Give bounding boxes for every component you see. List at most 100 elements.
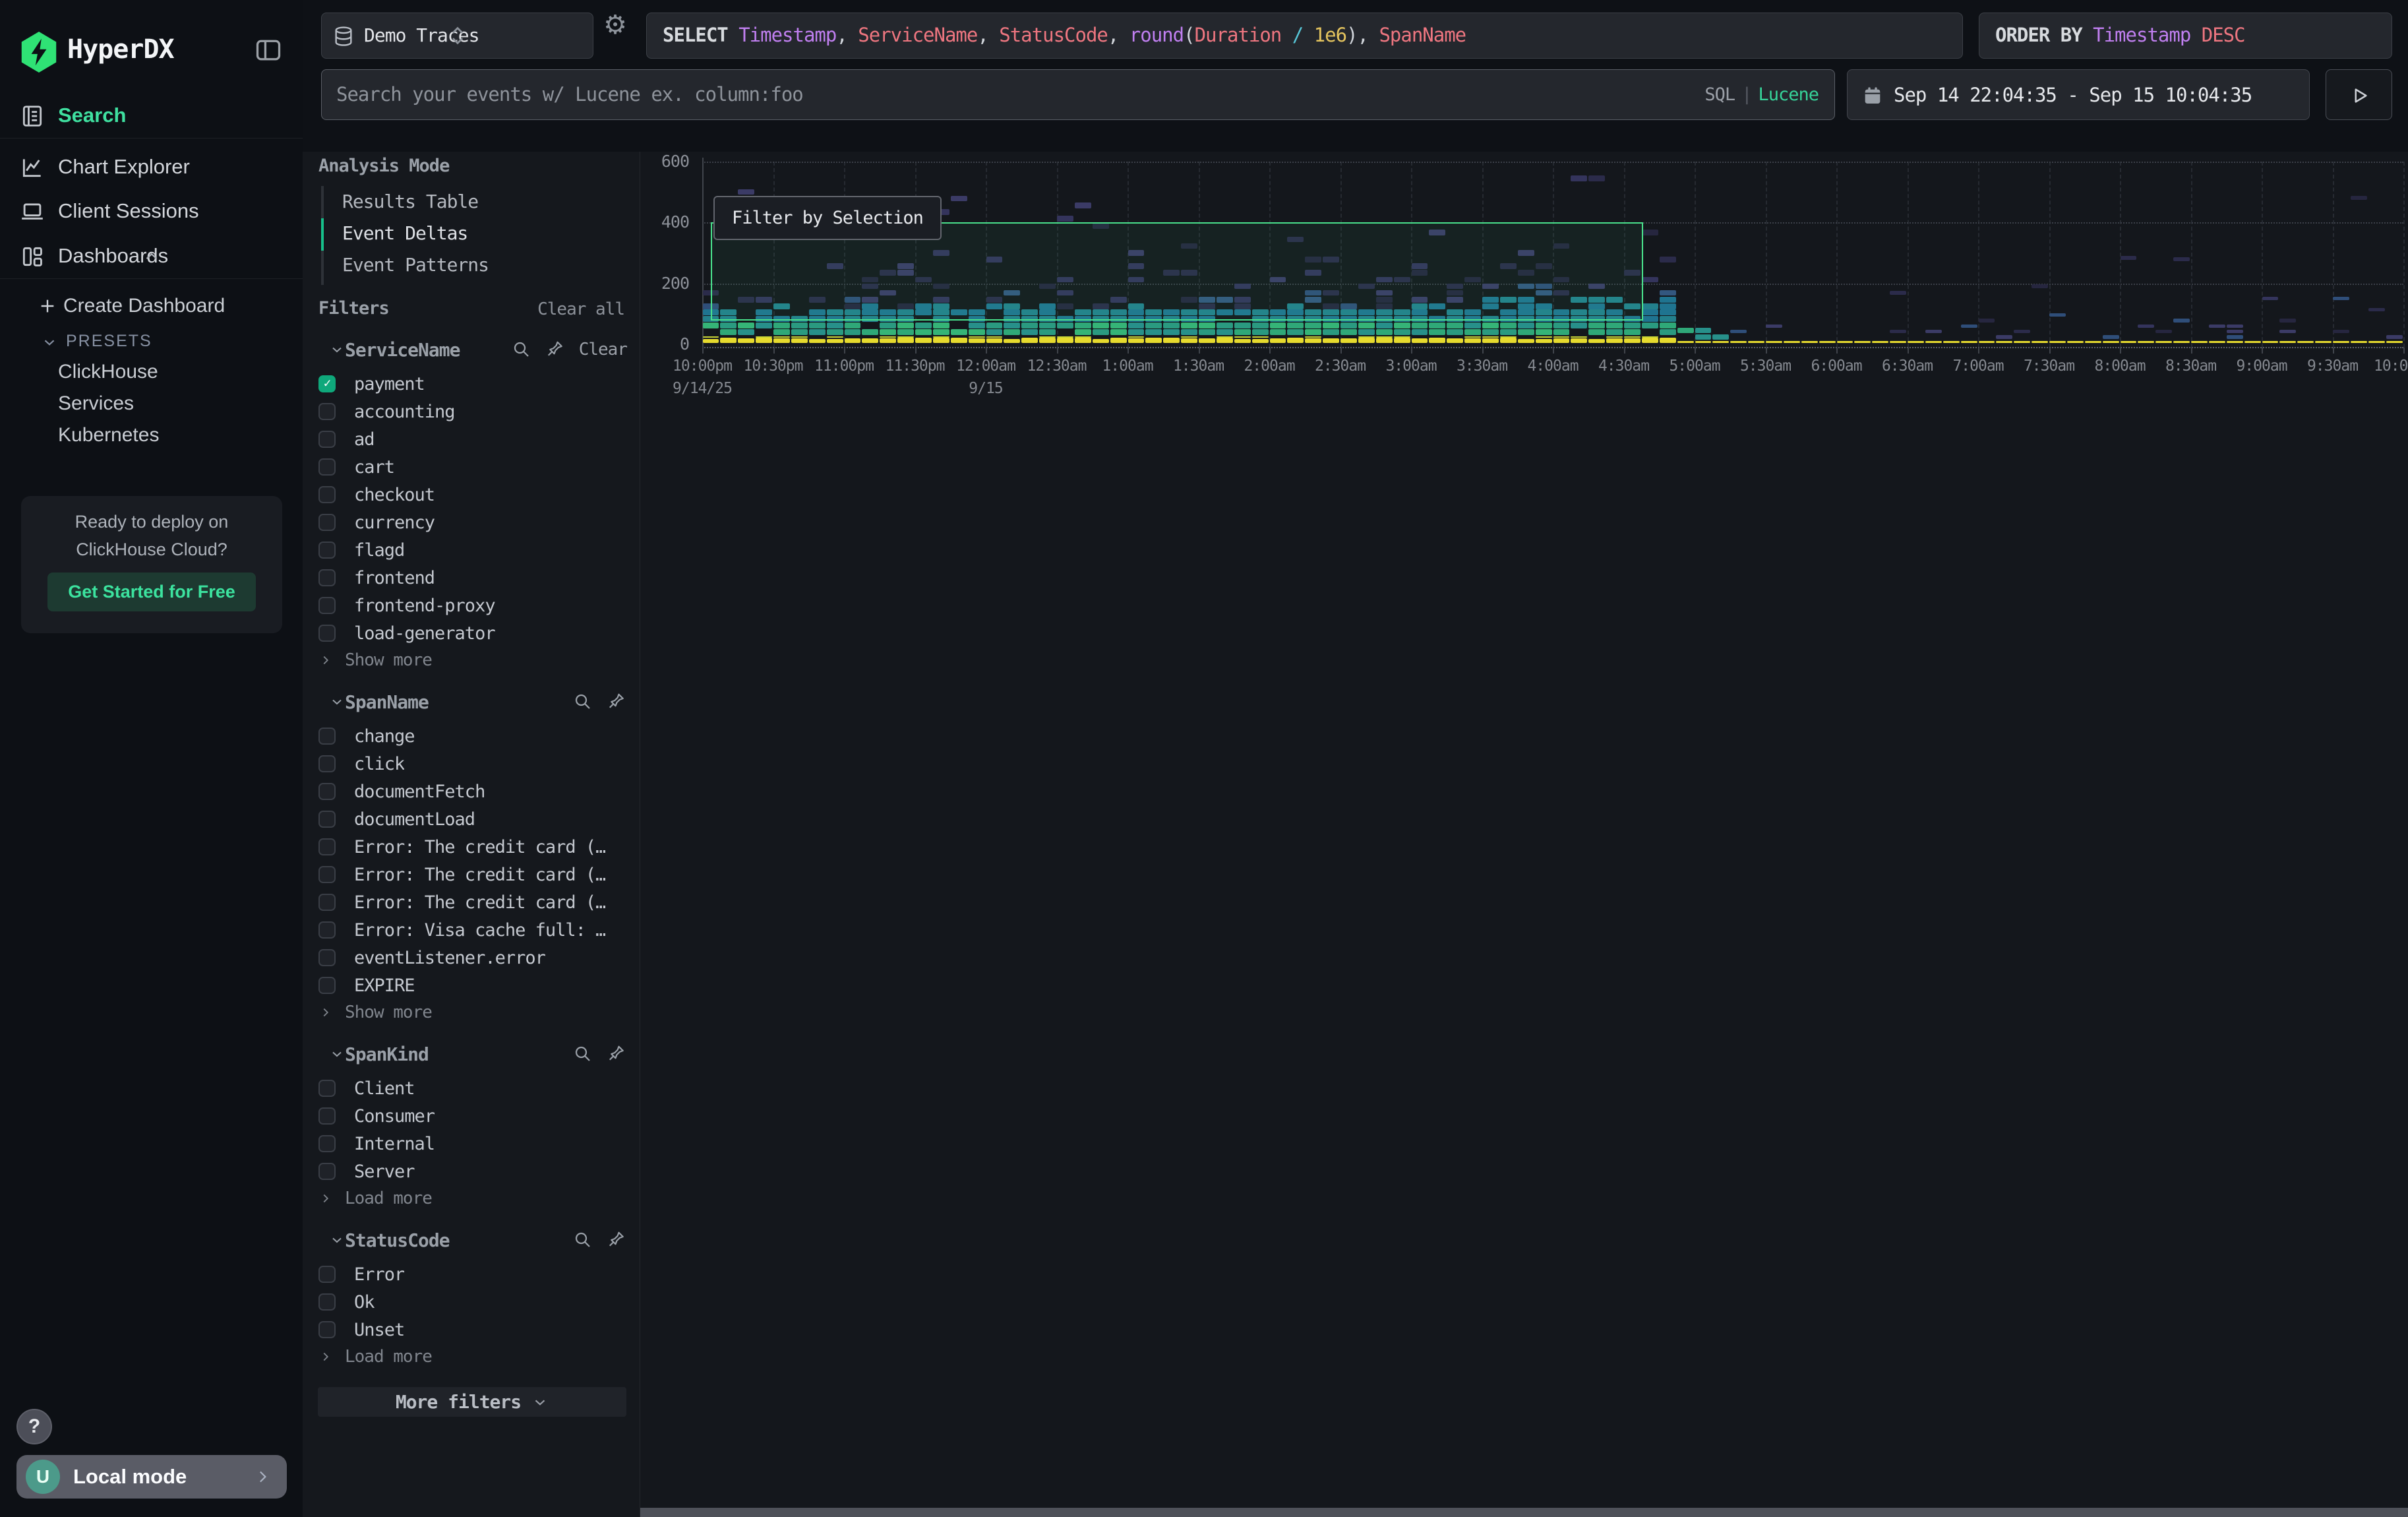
- pin-icon[interactable]: [607, 1044, 627, 1064]
- filter-option-documentload[interactable]: documentLoad: [303, 805, 640, 833]
- checkbox[interactable]: [318, 1080, 336, 1097]
- sidebar-item-dashboards[interactable]: Dashboards: [0, 235, 303, 277]
- filter-option-internal[interactable]: Internal: [303, 1130, 640, 1158]
- filter-group-clear-button[interactable]: Clear: [579, 340, 627, 359]
- more-filters-button[interactable]: More filters: [318, 1387, 626, 1417]
- checkbox[interactable]: [318, 1107, 336, 1125]
- checkbox[interactable]: [318, 486, 336, 503]
- filter-option-client[interactable]: Client: [303, 1074, 640, 1102]
- filter-option-expire[interactable]: EXPIRE: [303, 972, 640, 999]
- sidebar-item-search[interactable]: Search: [0, 94, 303, 139]
- checkbox[interactable]: [318, 1266, 336, 1283]
- checkbox[interactable]: [318, 866, 336, 883]
- pin-icon[interactable]: [546, 340, 566, 359]
- checkbox[interactable]: ✓: [318, 375, 336, 392]
- checkbox[interactable]: [318, 458, 336, 476]
- chevron-down-icon[interactable]: [329, 342, 345, 357]
- horizontal-scrollbar[interactable]: [640, 1508, 2408, 1517]
- checkbox[interactable]: [318, 542, 336, 559]
- checkbox[interactable]: [318, 949, 336, 966]
- filter-option-error-the-credit-card-[interactable]: Error: The credit card (…: [303, 861, 640, 888]
- pin-icon[interactable]: [607, 692, 627, 712]
- filter-group-more-button[interactable]: Show more: [303, 999, 640, 1026]
- sidebar-preset-services[interactable]: Services: [58, 388, 282, 419]
- analysis-mode-option-event-deltas[interactable]: Event Deltas: [342, 218, 626, 249]
- filter-option-frontend[interactable]: frontend: [303, 564, 640, 592]
- chevron-up-icon[interactable]: [20, 247, 283, 266]
- checkbox[interactable]: [318, 1163, 336, 1180]
- sidebar-item-chart-explorer[interactable]: Chart Explorer: [0, 146, 303, 188]
- filter-option-ad[interactable]: ad: [303, 425, 640, 453]
- checkbox[interactable]: [318, 728, 336, 745]
- filter-option-payment[interactable]: ✓payment: [303, 370, 640, 398]
- filter-group-more-button[interactable]: Load more: [303, 1344, 640, 1370]
- filter-option-error-the-credit-card-[interactable]: Error: The credit card (…: [303, 888, 640, 916]
- chart-area[interactable]: 020040060010:00pm10:30pm11:00pm11:30pm12…: [640, 152, 2408, 1517]
- filter-option-ok[interactable]: Ok: [303, 1288, 640, 1316]
- search-icon[interactable]: [573, 1044, 593, 1064]
- checkbox[interactable]: [318, 1321, 336, 1338]
- checkbox[interactable]: [318, 783, 336, 800]
- order-by-input[interactable]: ORDER BY Timestamp DESC: [1979, 13, 2392, 59]
- clear-all-button[interactable]: Clear all: [537, 299, 624, 319]
- checkbox[interactable]: [318, 569, 336, 586]
- checkbox[interactable]: [318, 403, 336, 420]
- filter-option-eventlistener-error[interactable]: eventListener.error: [303, 944, 640, 972]
- checkbox[interactable]: [318, 755, 336, 772]
- user-menu[interactable]: U Local mode: [16, 1455, 287, 1499]
- filter-option-consumer[interactable]: Consumer: [303, 1102, 640, 1130]
- filter-group-more-button[interactable]: Load more: [303, 1185, 640, 1212]
- checkbox[interactable]: [318, 514, 336, 531]
- chevron-down-icon[interactable]: [329, 694, 345, 710]
- pin-icon[interactable]: [607, 1230, 627, 1250]
- filter-option-change[interactable]: change: [303, 722, 640, 750]
- get-started-button[interactable]: Get Started for Free: [47, 573, 256, 611]
- search-input-box[interactable]: SQL|Lucene: [321, 69, 1835, 120]
- filter-option-unset[interactable]: Unset: [303, 1316, 640, 1344]
- checkbox[interactable]: [318, 977, 336, 994]
- checkbox[interactable]: [318, 894, 336, 911]
- search-icon[interactable]: [512, 340, 531, 359]
- gear-icon[interactable]: ⚙: [601, 11, 630, 40]
- analysis-mode-option-event-patterns[interactable]: Event Patterns: [342, 249, 626, 281]
- filter-group-more-button[interactable]: Show more: [303, 647, 640, 673]
- analysis-mode-option-results-table[interactable]: Results Table: [342, 186, 626, 218]
- checkbox[interactable]: [318, 625, 336, 642]
- checkbox[interactable]: [318, 597, 336, 614]
- checkbox[interactable]: [318, 1135, 336, 1152]
- checkbox[interactable]: [318, 811, 336, 828]
- sql-select-input[interactable]: SELECT Timestamp, ServiceName, StatusCod…: [646, 13, 1963, 59]
- filter-option-currency[interactable]: currency: [303, 509, 640, 536]
- date-range-picker[interactable]: Sep 14 22:04:35 - Sep 15 10:04:35: [1847, 69, 2310, 120]
- checkbox[interactable]: [318, 431, 336, 448]
- filter-option-cart[interactable]: cart: [303, 453, 640, 481]
- search-icon[interactable]: [573, 692, 593, 712]
- source-select[interactable]: Demo Traces: [321, 13, 593, 59]
- lucene-mode-label[interactable]: Lucene: [1758, 84, 1819, 105]
- filter-option-accounting[interactable]: accounting: [303, 398, 640, 425]
- filter-option-documentfetch[interactable]: documentFetch: [303, 778, 640, 805]
- filter-option-server[interactable]: Server: [303, 1158, 640, 1185]
- checkbox[interactable]: [318, 921, 336, 939]
- filter-option-flagd[interactable]: flagd: [303, 536, 640, 564]
- checkbox[interactable]: [318, 838, 336, 855]
- language-toggle[interactable]: SQL|Lucene: [1704, 84, 1819, 105]
- filter-option-load-generator[interactable]: load-generator: [303, 619, 640, 647]
- search-icon[interactable]: [573, 1230, 593, 1250]
- chevron-down-icon[interactable]: [329, 1046, 345, 1062]
- sidebar-preset-kubernetes[interactable]: Kubernetes: [58, 419, 282, 451]
- sidebar-collapse-icon[interactable]: [254, 36, 283, 65]
- filter-option-checkout[interactable]: checkout: [303, 481, 640, 509]
- sidebar-item-client-sessions[interactable]: Client Sessions: [0, 190, 303, 232]
- filter-option-frontend-proxy[interactable]: frontend-proxy: [303, 592, 640, 619]
- create-dashboard-button[interactable]: Create Dashboard: [0, 288, 303, 326]
- filter-option-error[interactable]: Error: [303, 1260, 640, 1288]
- help-button[interactable]: ?: [16, 1409, 52, 1444]
- sidebar-preset-clickhouse[interactable]: ClickHouse: [58, 356, 282, 388]
- filter-option-error-visa-cache-full-[interactable]: Error: Visa cache full: …: [303, 916, 640, 944]
- sql-mode-label[interactable]: SQL: [1704, 84, 1735, 105]
- chevron-down-icon[interactable]: [329, 1232, 345, 1248]
- filter-option-error-the-credit-card-[interactable]: Error: The credit card (…: [303, 833, 640, 861]
- filter-by-selection-button[interactable]: Filter by Selection: [713, 196, 942, 240]
- search-input[interactable]: [335, 74, 1590, 115]
